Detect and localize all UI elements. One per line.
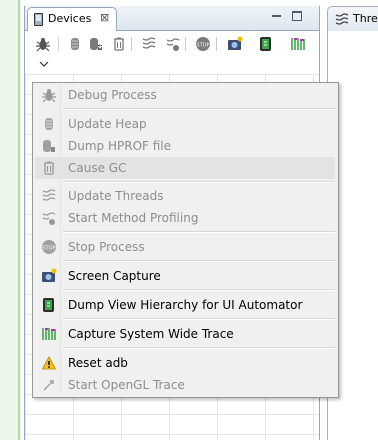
- update-heap-icon[interactable]: [67, 36, 83, 52]
- devices-view-menu: Debug Process Update Heap Dump HPROF fil…: [32, 82, 339, 398]
- menu-item-label: Stop Process: [68, 240, 145, 254]
- dump-hprof-icon: [43, 140, 55, 152]
- cause-gc-icon: [44, 161, 54, 175]
- menu-item-label: Screen Capture: [68, 269, 161, 283]
- menu-item-debug-process[interactable]: Debug Process: [35, 84, 335, 106]
- screen-capture-icon[interactable]: [227, 36, 243, 52]
- left-editor-strip: [0, 0, 21, 440]
- stop-process-icon: STOP: [42, 240, 56, 254]
- svg-text:STOP: STOP: [196, 43, 209, 49]
- menu-separator: [63, 108, 335, 110]
- menu-separator: [63, 289, 335, 291]
- menu-item-label: Debug Process: [68, 88, 157, 102]
- menu-item-cause-gc[interactable]: Cause GC: [35, 157, 335, 179]
- menu-item-label: Start OpenGL Trace: [68, 378, 185, 392]
- stop-process-icon[interactable]: STOP: [195, 36, 211, 52]
- menu-item-label: Dump View Hierarchy for UI Automator: [68, 298, 303, 312]
- menu-item-stop-process[interactable]: STOP Stop Process: [35, 236, 335, 258]
- menu-separator: [63, 181, 335, 183]
- systrace-icon: [42, 328, 56, 340]
- menu-item-label: Start Method Profiling: [68, 211, 199, 225]
- menu-item-update-heap[interactable]: Update Heap: [35, 113, 335, 135]
- warning-icon: [41, 356, 57, 370]
- threads-icon: [335, 13, 349, 25]
- menu-item-label: Dump HPROF file: [68, 139, 172, 153]
- menu-item-label: Update Heap: [68, 117, 147, 131]
- menu-item-label: Capture System Wide Trace: [68, 327, 234, 341]
- systrace-icon[interactable]: [290, 36, 306, 52]
- menu-separator: [63, 347, 335, 349]
- menu-item-dump-view-hierarchy[interactable]: Dump View Hierarchy for UI Automator: [35, 294, 335, 316]
- svg-text:STOP: STOP: [42, 246, 55, 252]
- strip-border: [18, 0, 20, 440]
- menu-item-screen-capture[interactable]: Screen Capture: [35, 265, 335, 287]
- method-profiling-icon: [42, 212, 56, 225]
- devices-tab-bar: Devices ⊠: [25, 6, 319, 31]
- menu-item-start-opengl-trace[interactable]: Start OpenGL Trace: [35, 374, 335, 396]
- menu-item-reset-adb[interactable]: Reset adb: [35, 352, 335, 374]
- menu-separator: [63, 231, 335, 233]
- menu-item-label: Cause GC: [68, 161, 127, 175]
- dump-view-hierarchy-icon: [43, 298, 54, 312]
- toolbar-separator: [185, 37, 186, 51]
- toolbar-separator: [216, 37, 217, 51]
- menu-item-label: Update Threads: [68, 189, 164, 203]
- menu-item-start-method-profiling[interactable]: Start Method Profiling: [35, 207, 335, 229]
- devices-toolbar: STOP: [25, 31, 319, 75]
- menu-item-dump-hprof[interactable]: Dump HPROF file: [35, 135, 335, 157]
- opengl-trace-icon: [43, 380, 54, 391]
- dump-view-hierarchy-icon[interactable]: [258, 36, 274, 52]
- chevron-down-icon[interactable]: [39, 60, 49, 68]
- update-threads-icon[interactable]: [141, 36, 157, 52]
- screen-capture-icon: [42, 268, 57, 282]
- menu-item-update-threads[interactable]: Update Threads: [35, 185, 335, 207]
- close-icon[interactable]: ⊠: [100, 11, 109, 24]
- menu-item-capture-system-trace[interactable]: Capture System Wide Trace: [35, 323, 335, 345]
- debug-icon[interactable]: [35, 36, 51, 52]
- tab-threads[interactable]: Thre: [327, 6, 378, 32]
- menu-item-label: Reset adb: [68, 356, 128, 370]
- maximize-button[interactable]: [292, 11, 302, 21]
- dump-hprof-icon[interactable]: [88, 36, 104, 52]
- minimize-button[interactable]: [272, 11, 281, 20]
- cause-gc-icon[interactable]: [111, 36, 127, 52]
- menu-separator: [63, 260, 335, 262]
- tab-devices[interactable]: Devices ⊠: [27, 7, 117, 31]
- toolbar-separator: [131, 37, 132, 51]
- tab-devices-label: Devices: [48, 12, 92, 25]
- toolbar-separator: [58, 37, 59, 51]
- debug-icon: [42, 89, 56, 103]
- update-threads-icon: [42, 189, 56, 201]
- tab-threads-label: Thre: [353, 12, 378, 25]
- update-heap-icon: [45, 118, 53, 130]
- method-profiling-icon[interactable]: [165, 36, 181, 52]
- menu-separator: [63, 318, 335, 320]
- device-icon: [34, 13, 43, 26]
